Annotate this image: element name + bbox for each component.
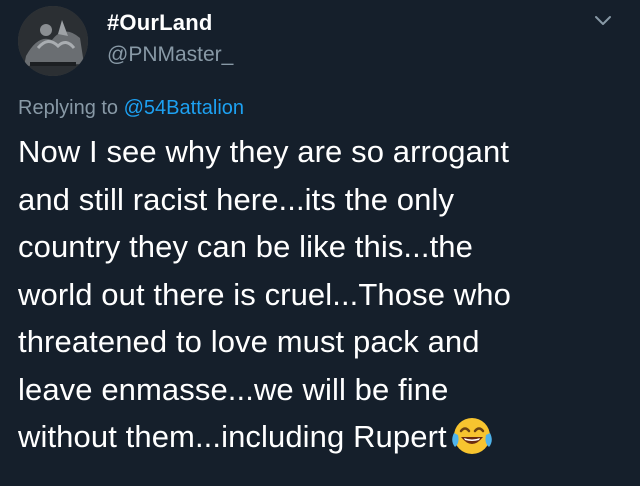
tweet-body-line: country they can be like this...the [18,229,473,264]
avatar[interactable] [18,6,88,76]
tweet-body-line: and still racist here...its the only [18,181,455,217]
tweet: #OurLand @PNMaster_ Replying to @54Batta… [0,0,640,486]
reply-context: Replying to @54Battalion [18,97,244,120]
face-with-tears-of-joy-icon [451,415,493,457]
tweet-body-line-last: without them...including Rupert [18,413,628,461]
tweet-body-line: leave enmasse...we will be fine [18,371,449,407]
display-name[interactable]: #OurLand [107,10,213,36]
tweet-body-line: world out there is cruel...Those who [18,276,511,312]
reply-mention-link[interactable]: @54Battalion [124,97,244,119]
chevron-down-icon[interactable] [592,10,614,32]
user-handle[interactable]: @PNMaster_ [107,43,233,67]
tweet-body-line: Now I see why they are so arrogant [18,134,510,169]
tweet-body-line-text: without them...including Rupert [18,419,447,454]
reply-prefix: Replying to [18,97,119,119]
tweet-body-line: threatened to love must pack and [18,324,480,359]
tweet-body: Now I see why they are so arrogant and s… [18,128,628,461]
